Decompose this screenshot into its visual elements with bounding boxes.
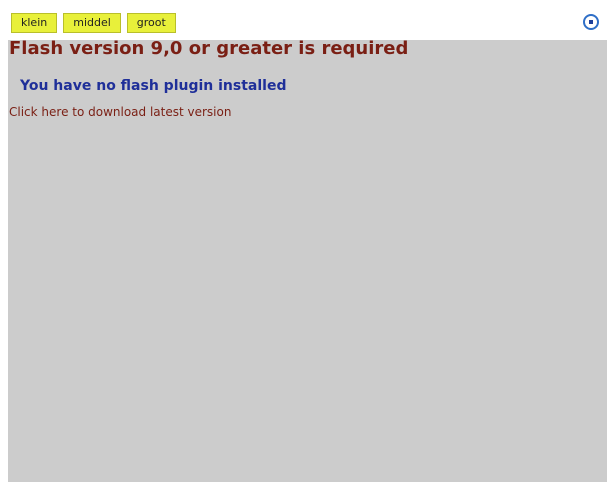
download-flash-link[interactable]: Click here to download latest version — [9, 105, 231, 120]
flash-version-title: Flash version 9,0 or greater is required — [9, 38, 409, 59]
size-small-button[interactable]: klein — [11, 13, 58, 33]
page: klein middel groot Flash version 9,0 or … — [0, 0, 607, 482]
stop-icon[interactable] — [583, 14, 599, 30]
size-large-button[interactable]: groot — [126, 13, 176, 33]
size-medium-button[interactable]: middel — [63, 13, 121, 33]
size-toolbar: klein middel groot — [11, 13, 176, 33]
no-plugin-message: You have no flash plugin installed — [20, 78, 287, 94]
flash-placeholder: Flash version 9,0 or greater is required… — [8, 40, 607, 482]
stop-icon-dot — [589, 20, 593, 24]
